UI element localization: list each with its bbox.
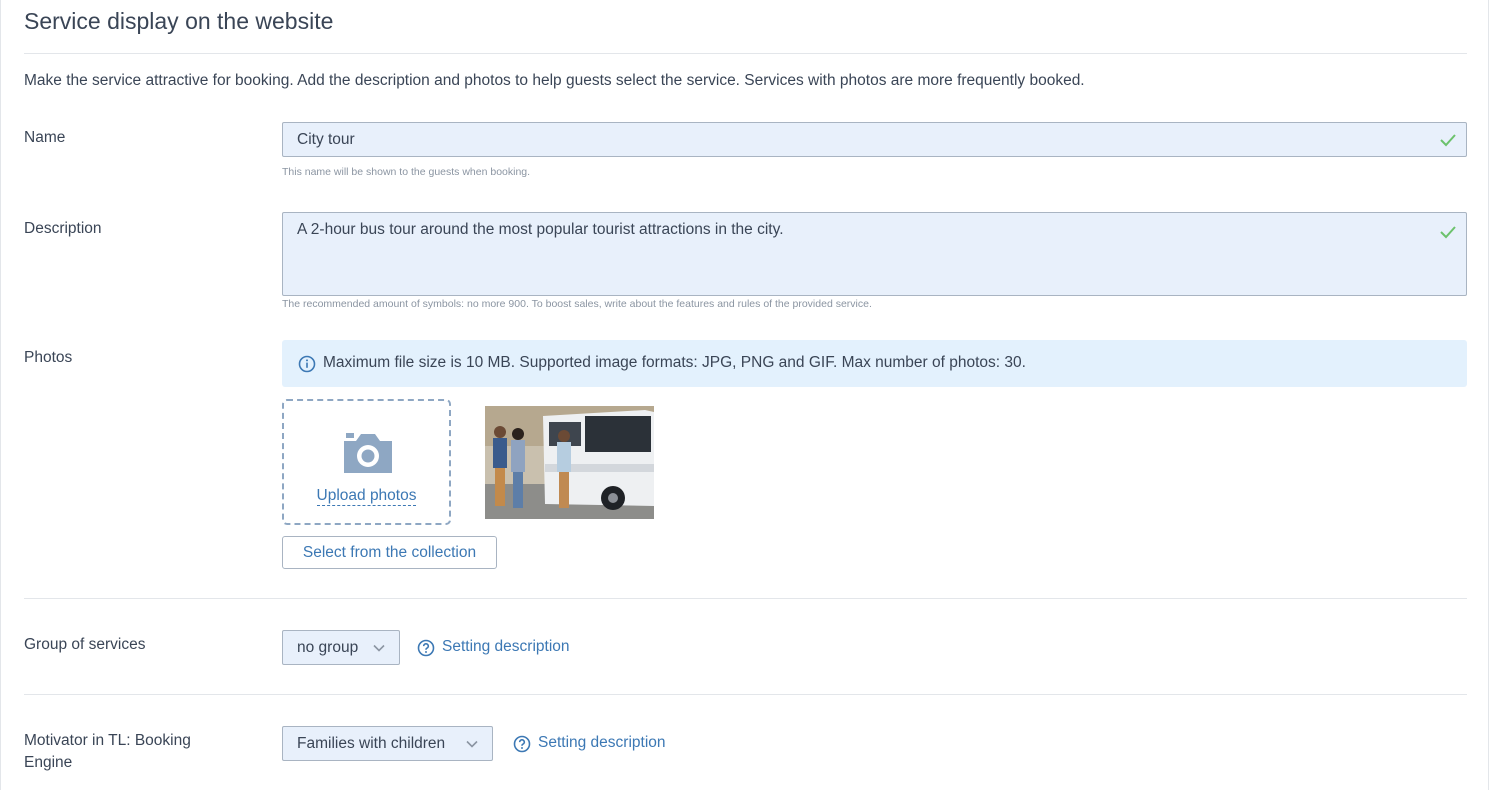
check-icon (1440, 134, 1456, 147)
description-hint: The recommended amount of symbols: no mo… (282, 298, 872, 310)
name-label: Name (24, 129, 66, 146)
motivator-label: Motivator in TL: Booking Engine (24, 730, 191, 774)
name-hint: This name will be shown to the guests wh… (282, 166, 531, 178)
check-icon (1440, 226, 1456, 239)
page-right-border (1488, 0, 1489, 790)
motivator-label-line1: Motivator in TL: Booking (24, 732, 191, 749)
chevron-down-icon (466, 740, 478, 748)
motivator-select-value: Families with children (297, 735, 446, 752)
group-select-value: no group (297, 639, 359, 656)
page-left-border (0, 0, 1, 790)
photos-label: Photos (24, 349, 73, 366)
info-icon (298, 355, 316, 373)
motivator-setting-description-link[interactable]: Setting description (538, 734, 666, 752)
motivator-label-line2: Engine (24, 754, 73, 771)
description-textarea-value: A 2-hour bus tour around the most popula… (297, 221, 784, 238)
upload-photos-link[interactable]: Upload photos (284, 487, 449, 506)
photos-info-text: Maximum file size is 10 MB. Supported im… (323, 354, 1026, 371)
name-input-value: City tour (297, 131, 355, 148)
description-label: Description (24, 220, 102, 237)
photos-divider (24, 598, 1467, 599)
help-icon[interactable] (417, 639, 435, 657)
chevron-down-icon (373, 644, 385, 652)
motivator-select[interactable]: Families with children (282, 726, 493, 761)
group-divider (24, 694, 1467, 695)
bus-tour-photo (485, 406, 654, 519)
photos-info-box: Maximum file size is 10 MB. Supported im… (282, 340, 1467, 387)
group-select[interactable]: no group (282, 630, 400, 665)
group-label: Group of services (24, 636, 146, 653)
section-title: Service display on the website (24, 8, 334, 34)
select-from-collection-button[interactable]: Select from the collection (282, 536, 497, 569)
description-textarea[interactable]: A 2-hour bus tour around the most popula… (282, 212, 1467, 296)
camera-icon (344, 433, 392, 473)
upload-photos-dropzone[interactable]: Upload photos (282, 399, 451, 525)
section-intro: Make the service attractive for booking.… (24, 72, 1085, 89)
group-setting-description-link[interactable]: Setting description (442, 638, 570, 656)
help-icon[interactable] (513, 735, 531, 753)
name-input[interactable]: City tour (282, 122, 1467, 157)
service-photo-thumbnail[interactable] (485, 406, 654, 519)
title-divider (24, 53, 1467, 54)
